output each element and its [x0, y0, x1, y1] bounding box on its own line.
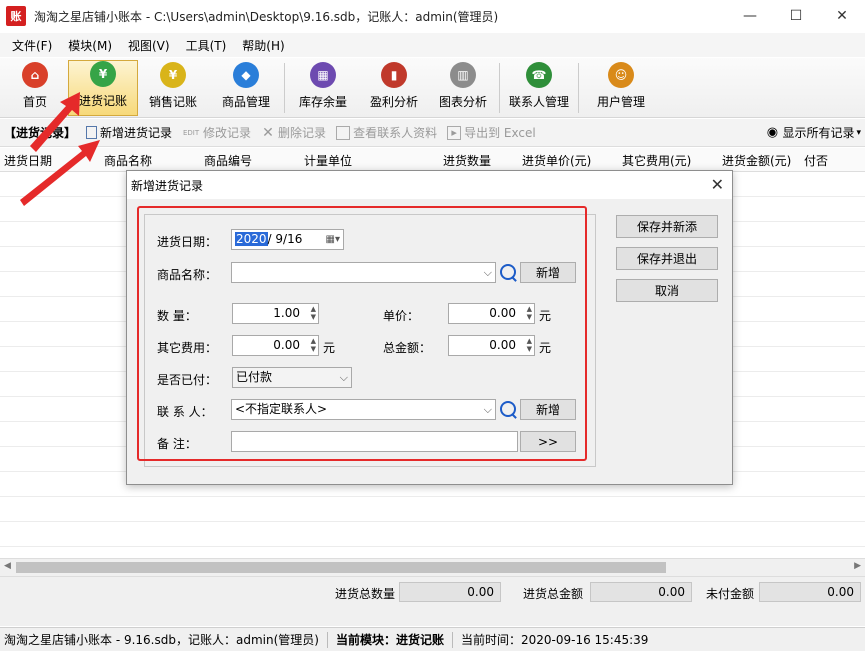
column-header[interactable]: 计量单位: [304, 152, 352, 169]
dialog-title: 新增进货记录: [131, 178, 204, 193]
export-icon: ▸: [447, 125, 462, 140]
toolbar-label: 库存余量: [298, 95, 347, 109]
goods-icon: ◆: [233, 62, 259, 88]
toolbar-label: 首页: [22, 95, 47, 109]
delete-record-button[interactable]: ✕ 删除记录: [261, 124, 326, 141]
total-qty-label: 进货总数量: [335, 587, 396, 601]
edit-record-button[interactable]: EDIT 修改记录: [182, 124, 251, 141]
save-and-new-button[interactable]: 保存并新添: [616, 215, 718, 238]
show-all-dropdown[interactable]: ◉ 显示所有记录 ▾: [765, 124, 861, 141]
toolbar-stock[interactable]: ▦ 库存余量: [285, 60, 361, 116]
column-header[interactable]: 付否: [804, 152, 828, 169]
total-amount-value: 0.00: [590, 582, 692, 602]
column-header[interactable]: 商品编号: [204, 152, 252, 169]
window-title: 淘淘之星店铺小账本 - C:\Users\admin\Desktop\9.16.…: [34, 9, 499, 24]
main-toolbar: ⌂ 首页 ¥ 进货记账 ¥ 销售记账 ◆ 商品管理 ▦ 库存余量 ▮ 盈利分析 …: [0, 58, 865, 118]
menu-file[interactable]: 文件(F): [4, 37, 60, 54]
highlight-frame: [137, 206, 587, 461]
status-app-info: 淘淘之星店铺小账本 - 9.16.sdb，记账人：admin(管理员): [4, 633, 319, 647]
scroll-left-icon[interactable]: ◀: [4, 561, 11, 571]
column-header[interactable]: 进货单价(元): [522, 152, 591, 169]
chart-icon: ▥: [450, 62, 476, 88]
delete-record-label: 删除记录: [278, 126, 327, 140]
status-time: 当前时间：2020-09-16 15:45:39: [460, 633, 649, 647]
home-icon: ⌂: [22, 62, 48, 88]
column-header[interactable]: 商品名称: [104, 152, 152, 169]
purchase-icon: ¥: [90, 61, 116, 87]
toolbar-label: 图表分析: [438, 95, 487, 109]
toolbar-label: 销售记账: [148, 95, 197, 109]
column-header[interactable]: 进货金额(元): [722, 152, 791, 169]
scrollbar-thumb[interactable]: [16, 562, 666, 573]
horizontal-scrollbar[interactable]: ◀ ▶: [0, 558, 865, 576]
close-window-button[interactable]: ✕: [819, 0, 865, 32]
maximize-button[interactable]: ☐: [773, 0, 819, 32]
toolbar-sales[interactable]: ¥ 销售记账: [138, 60, 208, 116]
toolbar-label: 盈利分析: [369, 95, 418, 109]
toolbar-chart[interactable]: ▥ 图表分析: [427, 60, 499, 116]
toolbar-label: 用户管理: [596, 95, 645, 109]
chevron-down-icon: ▾: [856, 127, 861, 138]
grid-header: 进货日期 商品名称 商品编号 计量单位 进货数量 进货单价(元) 其它费用(元)…: [0, 148, 865, 172]
export-excel-label: 导出到 Excel: [464, 126, 536, 140]
edit-icon: EDIT: [182, 128, 200, 137]
toolbar-label: 联系人管理: [508, 95, 569, 109]
menu-help[interactable]: 帮助(H): [234, 37, 292, 54]
minimize-button[interactable]: —: [727, 0, 773, 32]
toolbar-users[interactable]: ☺ 用户管理: [579, 60, 663, 116]
show-all-label: 显示所有记录: [782, 126, 855, 140]
toolbar-label: 商品管理: [221, 95, 270, 109]
toolbar-label: 进货记账: [78, 94, 127, 108]
toolbar-profit[interactable]: ▮ 盈利分析: [361, 60, 427, 116]
toolbar-contacts[interactable]: ☎ 联系人管理: [500, 60, 578, 116]
new-doc-icon: [86, 126, 98, 139]
toolbar-goods[interactable]: ◆ 商品管理: [208, 60, 284, 116]
section-label: 【进货记录】: [4, 126, 77, 140]
unpaid-value: 0.00: [759, 582, 861, 602]
total-qty-value: 0.00: [399, 582, 501, 602]
contact-card-icon: [336, 125, 351, 140]
column-header[interactable]: 其它费用(元): [622, 152, 691, 169]
summary-bar: 进货总数量 0.00 进货总金额 0.00 未付金额 0.00: [0, 576, 865, 626]
profit-icon: ▮: [381, 62, 407, 88]
toolbar-purchase[interactable]: ¥ 进货记账: [68, 60, 138, 116]
total-amount-label: 进货总金额: [523, 587, 584, 601]
eye-icon: ◉: [766, 125, 779, 140]
app-logo-icon: 账: [6, 6, 26, 26]
column-header[interactable]: 进货日期: [4, 152, 52, 169]
contacts-icon: ☎: [526, 62, 552, 88]
new-record-button[interactable]: 新增进货记录: [86, 124, 172, 141]
view-contact-label: 查看联系人资料: [353, 126, 438, 140]
menu-bar: 文件(F) 模块(M) 视图(V) 工具(T) 帮助(H): [0, 33, 865, 57]
delete-x-icon: ✕: [262, 124, 274, 141]
status-module: 当前模块：进货记账: [335, 633, 444, 647]
edit-record-label: 修改记录: [203, 126, 252, 140]
scroll-right-icon[interactable]: ▶: [854, 561, 861, 571]
view-contact-button[interactable]: 查看联系人资料: [336, 124, 437, 141]
stock-icon: ▦: [310, 62, 336, 88]
cancel-button[interactable]: 取消: [616, 279, 718, 302]
export-excel-button[interactable]: ▸ 导出到 Excel: [447, 124, 536, 141]
title-bar: 账 淘淘之星店铺小账本 - C:\Users\admin\Desktop\9.1…: [0, 0, 865, 32]
status-bar: 淘淘之星店铺小账本 - 9.16.sdb，记账人：admin(管理员) 当前模块…: [0, 627, 865, 651]
menu-tools[interactable]: 工具(T): [178, 37, 235, 54]
status-divider: [451, 631, 453, 648]
status-divider: [326, 631, 328, 648]
new-record-label: 新增进货记录: [100, 126, 173, 140]
menu-module[interactable]: 模块(M): [60, 37, 120, 54]
menu-view[interactable]: 视图(V): [120, 37, 178, 54]
save-and-exit-button[interactable]: 保存并退出: [616, 247, 718, 270]
sales-icon: ¥: [160, 62, 186, 88]
column-header[interactable]: 进货数量: [443, 152, 491, 169]
toolbar-home[interactable]: ⌂ 首页: [2, 60, 68, 116]
unpaid-label: 未付金额: [706, 587, 755, 601]
dialog-title-bar: 新增进货记录 ✕: [127, 171, 732, 199]
record-toolbar: 【进货记录】 新增进货记录 EDIT 修改记录 ✕ 删除记录 查看联系人资料 ▸…: [0, 119, 865, 147]
users-icon: ☺: [608, 62, 634, 88]
dialog-close-icon[interactable]: ✕: [711, 175, 724, 194]
